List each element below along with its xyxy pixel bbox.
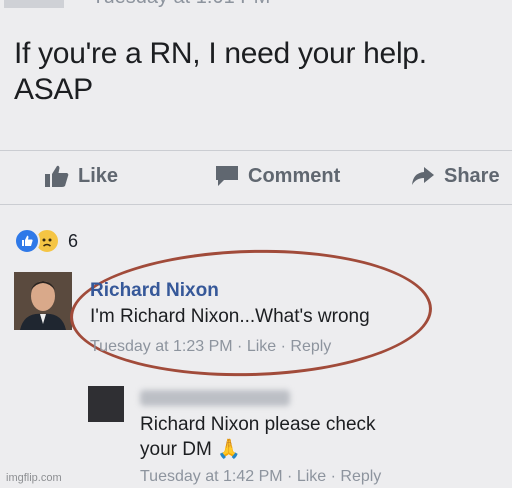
comment-author[interactable]: Richard Nixon bbox=[90, 280, 219, 302]
reaction-summary[interactable]: 6 bbox=[14, 228, 78, 254]
like-label: Like bbox=[78, 164, 119, 187]
post-header: Tuesday at 1:01 PM bbox=[0, 0, 512, 10]
reply-author-redacted bbox=[140, 390, 290, 406]
comment-button[interactable]: Comment bbox=[214, 164, 340, 188]
reaction-count: 6 bbox=[68, 230, 79, 251]
share-button[interactable]: Share bbox=[410, 164, 500, 188]
share-icon bbox=[412, 167, 434, 185]
thumbs-up-icon bbox=[45, 165, 69, 187]
like-reaction-icon bbox=[14, 228, 40, 254]
nixon-portrait-icon bbox=[14, 272, 72, 330]
divider bbox=[0, 204, 512, 205]
comment-meta[interactable]: Tuesday at 1:23 PM · Like · Reply bbox=[90, 338, 331, 356]
divider bbox=[0, 150, 512, 151]
post-actions: Like Comment Share bbox=[0, 158, 512, 198]
comment-label: Comment bbox=[248, 164, 341, 187]
watermark: imgflip.com bbox=[6, 472, 62, 484]
poster-avatar[interactable] bbox=[4, 0, 64, 8]
reply-meta[interactable]: Tuesday at 1:42 PM · Like · Reply bbox=[140, 468, 381, 486]
like-button[interactable]: Like bbox=[44, 164, 118, 188]
comment-icon bbox=[216, 166, 238, 186]
comment-text: I'm Richard Nixon...What's wrong bbox=[90, 306, 370, 327]
reply-text: Richard Nixon please check your DM 🙏 bbox=[140, 414, 376, 460]
post-text: If you're a RN, I need your help. ASAP bbox=[14, 37, 427, 106]
reply-avatar[interactable] bbox=[88, 386, 124, 422]
share-label: Share bbox=[444, 164, 500, 187]
post-timestamp[interactable]: Tuesday at 1:01 PM bbox=[92, 0, 270, 9]
commenter-avatar[interactable] bbox=[14, 272, 72, 330]
